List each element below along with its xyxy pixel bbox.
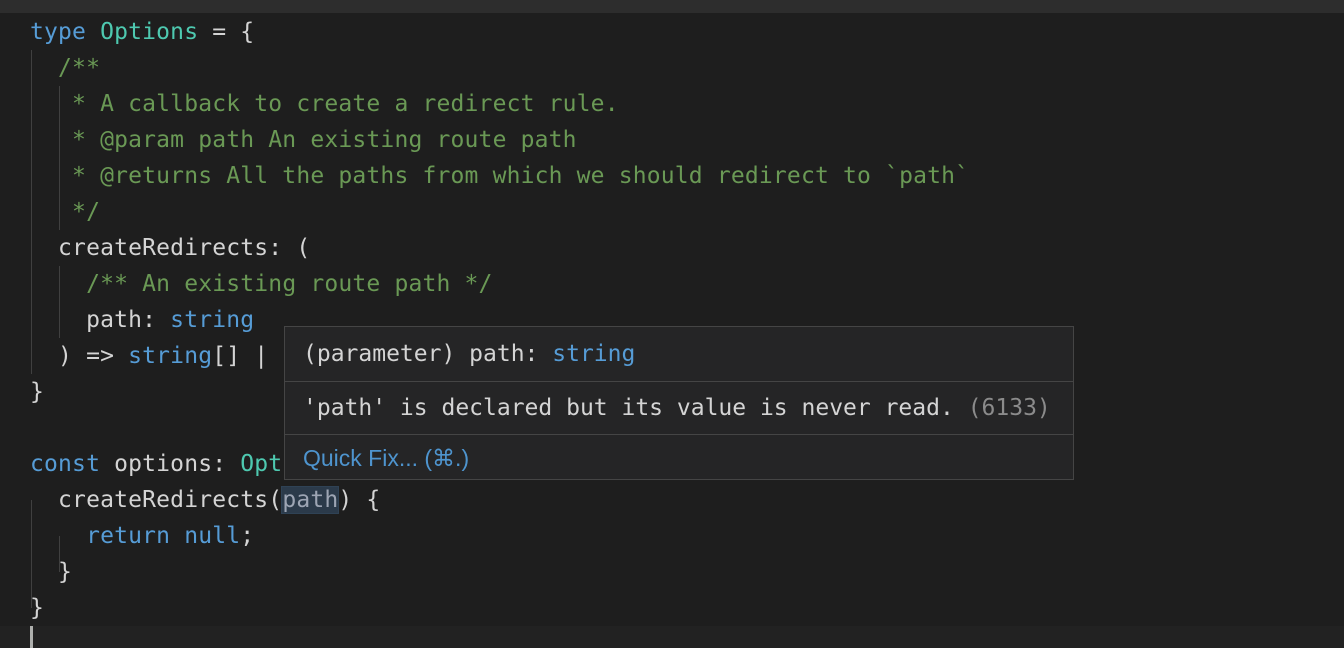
code-token: string [170,307,255,333]
code-line[interactable]: return null; [30,518,254,554]
code-token: * @returns All the paths from which we s… [30,163,970,189]
code-token: } [30,559,73,585]
code-line[interactable]: path: string [30,302,254,338]
code-token: return null [86,523,241,549]
code-token: = { [198,19,255,45]
code-token: } [30,595,45,621]
hover-signature: (parameter) path: string [303,327,635,381]
code-line[interactable]: /** An existing route path */ [30,266,493,302]
code-token: const [30,451,115,477]
code-line[interactable]: createRedirects(path) { [30,482,380,518]
code-token: path: [30,307,171,333]
code-token: type [30,19,101,45]
signature-prefix: (parameter) path: [303,341,553,367]
code-token: options: [114,451,241,477]
code-line[interactable]: } [30,554,72,590]
code-line[interactable]: const options: Opt [30,446,282,482]
code-token: ) { [338,487,381,513]
code-token: path [281,486,340,514]
code-line[interactable]: /** [30,50,100,86]
code-token: [] | [212,343,269,369]
code-token: ) => [30,343,129,369]
diagnostic-text: 'path' is declared but its value is neve… [303,395,954,421]
code-token: * A callback to create a redirect rule. [30,91,619,117]
code-line[interactable]: } [30,374,44,410]
code-line[interactable]: * @param path An existing route path [30,122,577,158]
code-token: } [30,379,45,405]
code-line[interactable]: } [30,590,44,626]
quick-fix-link[interactable]: Quick Fix... (⌘.) [303,435,469,481]
text-cursor [30,626,33,648]
code-token: string [128,343,213,369]
code-token: createRedirects( [30,487,283,513]
code-line[interactable]: type Options = { [30,14,254,50]
code-line[interactable]: */ [30,194,100,230]
code-token: ; [240,523,255,549]
code-token: Opt [240,451,283,477]
diagnostic-message: 'path' is declared but its value is neve… [303,382,1051,434]
code-line[interactable]: ) => string[] | [30,338,268,374]
code-line[interactable]: * @returns All the paths from which we s… [30,158,969,194]
diagnostic-code: (6133) [967,395,1051,421]
code-token: /** An existing route path */ [86,271,493,297]
code-token: Options [100,19,199,45]
code-token: /** [30,55,101,81]
signature-type: string [552,341,636,367]
hover-tooltip: (parameter) path: string 'path' is decla… [284,326,1074,480]
code-token: createRedirects: ( [30,235,311,261]
code-line[interactable]: createRedirects: ( [30,230,310,266]
current-line-highlight [0,626,1344,648]
top-bar [0,0,1344,13]
code-token: * @param path An existing route path [30,127,577,153]
code-token: */ [30,199,101,225]
code-line[interactable]: * A callback to create a redirect rule. [30,86,619,122]
